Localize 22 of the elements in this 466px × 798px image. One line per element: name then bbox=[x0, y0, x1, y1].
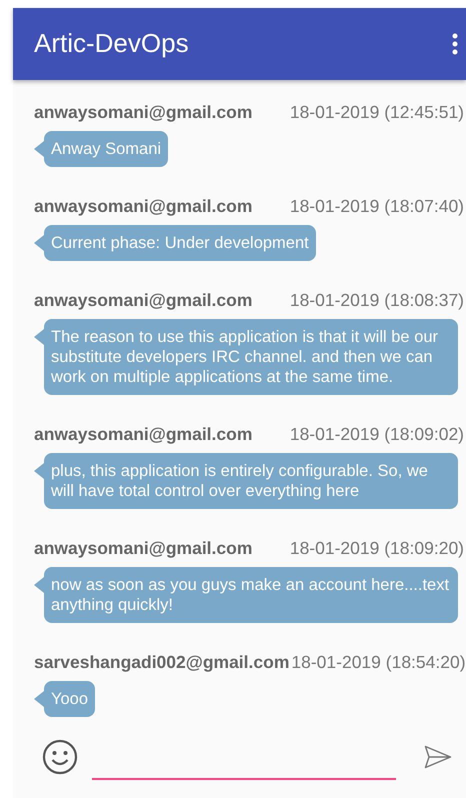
message-timestamp: 18-01-2019 (18:07:40) bbox=[290, 196, 464, 217]
message-timestamp: 18-01-2019 (18:54:20) bbox=[291, 652, 466, 673]
message-bubble: The reason to use this application is that it will be our substitute developers IRC channel. and then we can work on multiple applications at the same time. bbox=[44, 318, 458, 395]
message-bubble: plus, this application is entirely configurable. So, we will have total control over everything here bbox=[44, 452, 458, 509]
send-icon[interactable] bbox=[424, 745, 452, 770]
sender-email: anwaysomani@gmail.com bbox=[34, 538, 252, 559]
message-bubble: Anway Somani bbox=[44, 130, 168, 167]
sender-email: anwaysomani@gmail.com bbox=[34, 290, 252, 311]
message-timestamp: 18-01-2019 (18:09:20) bbox=[290, 538, 464, 559]
message-timestamp: 18-01-2019 (12:45:51) bbox=[290, 102, 464, 123]
sender-email: anwaysomani@gmail.com bbox=[34, 102, 252, 123]
sender-email: sarveshangadi002@gmail.com bbox=[34, 652, 290, 673]
more-options-icon[interactable] bbox=[452, 32, 458, 55]
emoji-icon[interactable] bbox=[42, 739, 78, 776]
message-timestamp: 18-01-2019 (18:08:37) bbox=[290, 290, 464, 311]
app-title: Artic-DevOps bbox=[34, 28, 189, 60]
message-bubble: Yooo bbox=[44, 680, 96, 717]
message-bubble: Current phase: Under development bbox=[44, 224, 316, 261]
sender-email: anwaysomani@gmail.com bbox=[34, 196, 252, 217]
message-timestamp: 18-01-2019 (18:09:02) bbox=[290, 424, 464, 445]
message-bubble: now as soon as you guys make an account here....text anything quickly! bbox=[44, 566, 458, 623]
sender-email: anwaysomani@gmail.com bbox=[34, 424, 252, 445]
